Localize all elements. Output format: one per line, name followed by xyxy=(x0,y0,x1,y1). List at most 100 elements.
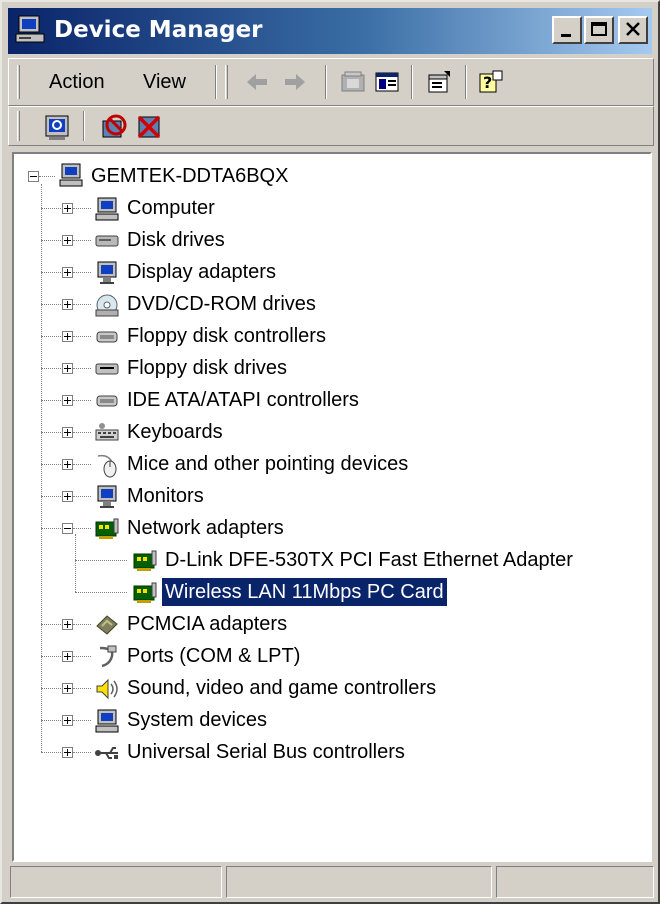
tree-expander[interactable] xyxy=(62,747,73,758)
tree-expander[interactable] xyxy=(62,203,73,214)
tree-connector xyxy=(41,752,61,753)
tree-category-label[interactable]: Floppy disk drives xyxy=(124,354,290,382)
tree-connector xyxy=(75,534,76,592)
maximize-button[interactable] xyxy=(584,16,614,44)
keyboard-icon xyxy=(94,420,120,446)
tree-category-label[interactable]: System devices xyxy=(124,706,270,734)
tree-category-label[interactable]: Universal Serial Bus controllers xyxy=(124,738,408,766)
status-cell-3 xyxy=(496,866,654,898)
tree-connector xyxy=(41,656,61,657)
tree-connector xyxy=(41,688,61,689)
selected-device-label[interactable]: Wireless LAN 11Mbps PC Card xyxy=(161,577,448,607)
tree-connector xyxy=(41,336,61,337)
tree-connector xyxy=(73,496,91,497)
tree-connector xyxy=(39,176,55,177)
tree-expander[interactable] xyxy=(62,331,73,342)
toolbar-separator xyxy=(325,65,327,99)
status-cell-1 xyxy=(10,866,222,898)
properties-icon[interactable] xyxy=(425,69,453,99)
port-icon xyxy=(94,644,120,670)
tree-connector xyxy=(73,752,91,753)
tree-expander[interactable] xyxy=(62,299,73,310)
tree-expander[interactable] xyxy=(62,267,73,278)
tree-root-label[interactable]: GEMTEK-DDTA6BQX xyxy=(88,162,291,190)
tree-expander[interactable] xyxy=(62,459,73,470)
close-button[interactable] xyxy=(618,16,648,44)
cd-rom-icon xyxy=(94,292,120,318)
tree-connector xyxy=(73,368,91,369)
mouse-icon xyxy=(94,452,120,478)
tree-category-label[interactable]: Computer xyxy=(124,194,218,222)
show-hide-tree-icon[interactable] xyxy=(373,69,401,99)
tree-category-label[interactable]: IDE ATA/ATAPI controllers xyxy=(124,386,362,414)
tree-connector xyxy=(41,528,61,529)
tree-category-label[interactable]: Keyboards xyxy=(124,418,226,446)
menu-action[interactable]: Action xyxy=(49,71,105,94)
minimize-button[interactable] xyxy=(552,16,582,44)
up-folder-icon[interactable] xyxy=(339,69,367,99)
maximize-icon xyxy=(591,22,607,36)
tree-connector xyxy=(73,688,91,689)
tree-expander[interactable] xyxy=(62,651,73,662)
toolbar-grip[interactable] xyxy=(17,65,20,99)
tree-expander[interactable] xyxy=(62,619,73,630)
tree-category-label[interactable]: Sound, video and game controllers xyxy=(124,674,439,702)
tree-connector xyxy=(41,720,61,721)
tree-category-label[interactable]: Monitors xyxy=(124,482,207,510)
tree-category-label[interactable]: Display adapters xyxy=(124,258,279,286)
root-expander[interactable] xyxy=(28,171,39,182)
tree-expander[interactable] xyxy=(62,491,73,502)
device-manager-icon xyxy=(14,14,46,46)
tree-connector xyxy=(41,368,61,369)
tree-category-label[interactable]: PCMCIA adapters xyxy=(124,610,290,638)
toolbar-separator xyxy=(215,65,217,99)
tree-expander[interactable] xyxy=(62,427,73,438)
tree-expander[interactable] xyxy=(62,523,73,534)
device-toolbar-band xyxy=(8,106,654,146)
tree-connector xyxy=(41,400,61,401)
back-arrow-icon[interactable] xyxy=(243,69,271,99)
device-tree[interactable]: GEMTEK-DDTA6BQX Computer Disk drives Displ… xyxy=(12,152,652,862)
toolbar-separator xyxy=(465,65,467,99)
tree-connector xyxy=(73,528,91,529)
tree-connector xyxy=(73,240,91,241)
tree-category-label[interactable]: Ports (COM & LPT) xyxy=(124,642,303,670)
tree-device-label[interactable]: D-Link DFE-530TX PCI Fast Ethernet Adapt… xyxy=(162,546,576,574)
tree-connector xyxy=(73,432,91,433)
device-manager-window: Device Manager Action View ? GEMTEK-DDTA… xyxy=(0,0,660,904)
controller-icon xyxy=(94,324,120,350)
title-bar[interactable]: Device Manager xyxy=(8,8,652,54)
scan-hardware-icon[interactable] xyxy=(43,113,71,145)
floppy-drive-icon xyxy=(94,356,120,382)
tree-expander[interactable] xyxy=(62,715,73,726)
tree-connector xyxy=(41,496,61,497)
tree-category-label[interactable]: Floppy disk controllers xyxy=(124,322,329,350)
tree-connector xyxy=(73,304,91,305)
close-icon xyxy=(626,22,640,36)
toolbar-grip[interactable] xyxy=(17,111,20,141)
computer-icon xyxy=(58,162,84,188)
tree-connector xyxy=(73,336,91,337)
tree-connector xyxy=(41,272,61,273)
tree-connector xyxy=(41,624,61,625)
uninstall-device-icon[interactable] xyxy=(135,113,163,145)
tree-category-label[interactable]: Network adapters xyxy=(124,514,287,542)
forward-arrow-icon[interactable] xyxy=(281,69,309,99)
tree-category-label[interactable]: Mice and other pointing devices xyxy=(124,450,411,478)
tree-expander[interactable] xyxy=(62,235,73,246)
toolbar-separator xyxy=(411,65,413,99)
network-adapter-icon xyxy=(132,580,158,606)
disk-drive-icon xyxy=(94,228,120,254)
tree-category-label[interactable]: Disk drives xyxy=(124,226,228,254)
menu-view[interactable]: View xyxy=(143,71,186,94)
disable-device-icon[interactable] xyxy=(99,113,127,145)
tree-expander[interactable] xyxy=(62,683,73,694)
tree-expander[interactable] xyxy=(62,363,73,374)
tree-expander[interactable] xyxy=(62,395,73,406)
minimize-icon xyxy=(561,34,571,37)
tree-category-label[interactable]: DVD/CD-ROM drives xyxy=(124,290,319,318)
toolbar-grip[interactable] xyxy=(225,65,228,99)
help-icon[interactable]: ? xyxy=(477,69,505,99)
tree-connector xyxy=(73,656,91,657)
tree-connector xyxy=(41,240,61,241)
